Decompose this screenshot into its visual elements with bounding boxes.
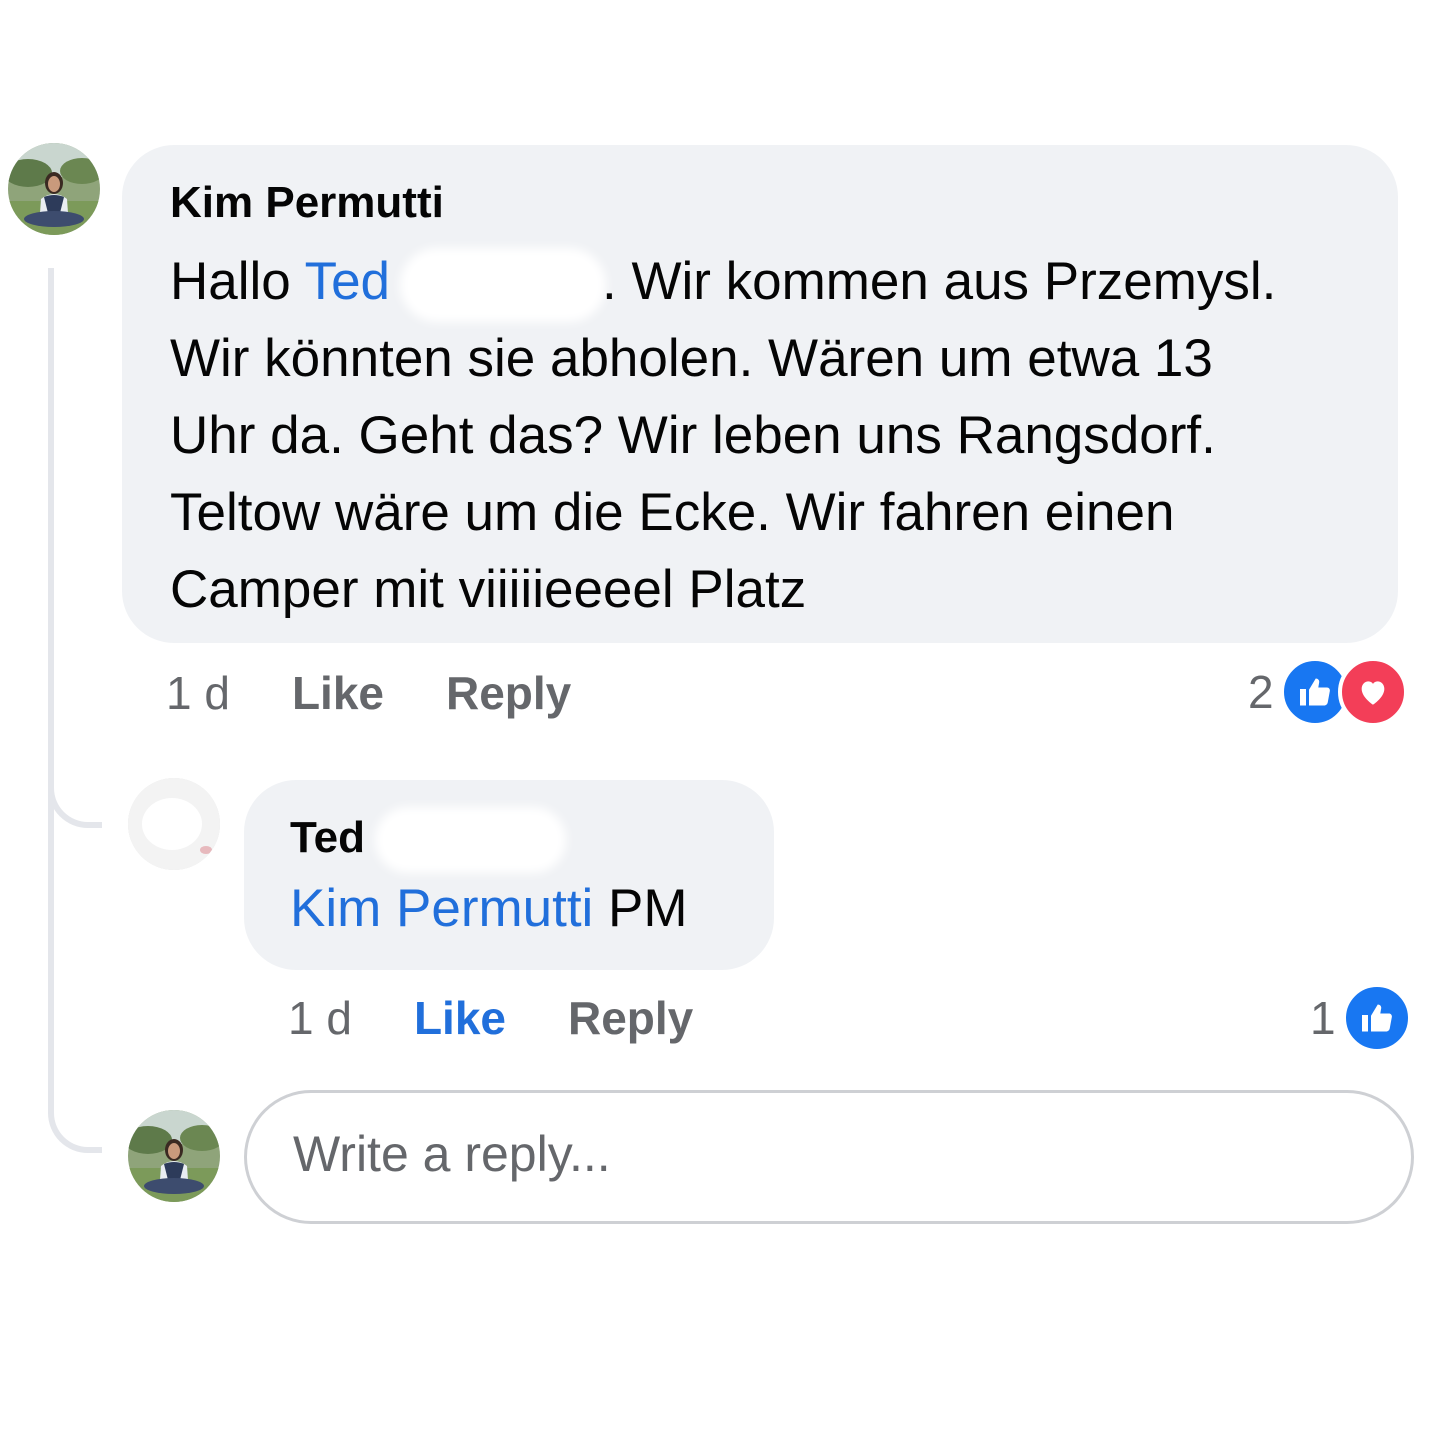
reaction-summary[interactable]: 2	[1248, 657, 1408, 727]
comment-line-1: Hallo Ted . Wir kommen aus Przemysl.	[170, 243, 1350, 320]
reply-author-name[interactable]: Ted	[290, 813, 365, 862]
like-button[interactable]: Like	[414, 992, 506, 1044]
comment-bubble: Kim Permutti Hallo Ted . Wir kommen aus P…	[122, 145, 1398, 643]
avatar[interactable]	[8, 143, 100, 235]
comment-line-4: Teltow wäre um die Ecke. Wir fahren eine…	[170, 483, 1175, 542]
reply-actions: 1 d Like Reply	[288, 988, 693, 1048]
mention-link[interactable]: Ted	[305, 252, 390, 311]
comment-line-3: Uhr da. Geht das? Wir leben uns Rangsdor…	[170, 406, 1216, 465]
love-icon	[1337, 657, 1408, 727]
comment-timestamp[interactable]: 1 d	[166, 667, 230, 719]
reaction-count: 1	[1310, 992, 1336, 1044]
mention-link[interactable]: Kim Permutti	[290, 879, 593, 938]
reply-text-rest: PM	[593, 879, 688, 938]
reply-text: Kim Permutti PM	[290, 874, 726, 944]
reply-composer[interactable]	[244, 1090, 1414, 1224]
reply-timestamp[interactable]: 1 d	[288, 992, 352, 1044]
reaction-count: 2	[1248, 666, 1274, 718]
comment-actions: 1 d Like Reply	[166, 663, 571, 723]
reply-author: Ted	[290, 810, 726, 866]
like-icon	[1341, 983, 1412, 1053]
avatar[interactable]	[128, 778, 220, 870]
reply-bubble: Ted Kim Permutti PM	[244, 780, 774, 970]
avatar	[128, 1110, 220, 1202]
comment-line-5: Camper mit viiiiieeeel Platz	[170, 560, 807, 619]
comment-text: Hallo Ted . Wir kommen aus Przemysl. Wir …	[170, 243, 1350, 628]
redacted-name	[382, 815, 558, 866]
comment-author[interactable]: Kim Permutti	[170, 175, 1350, 231]
profile-photo-icon	[8, 143, 100, 235]
comment-line-2: Wir könnten sie abholen. Wären um etwa 1…	[170, 329, 1213, 388]
reply-button[interactable]: Reply	[446, 667, 571, 719]
like-button[interactable]: Like	[292, 667, 384, 719]
greeting-text: Hallo	[170, 252, 291, 311]
profile-photo-icon	[128, 1110, 220, 1202]
redacted-name	[408, 256, 599, 314]
comment-line-1-rest: . Wir kommen aus Przemysl.	[602, 252, 1277, 311]
profile-photo-icon	[128, 778, 220, 870]
reply-branch-connector	[48, 700, 102, 828]
reply-input[interactable]	[291, 1093, 1345, 1215]
reply-button[interactable]: Reply	[568, 992, 693, 1044]
reaction-summary[interactable]: 1	[1310, 983, 1412, 1053]
